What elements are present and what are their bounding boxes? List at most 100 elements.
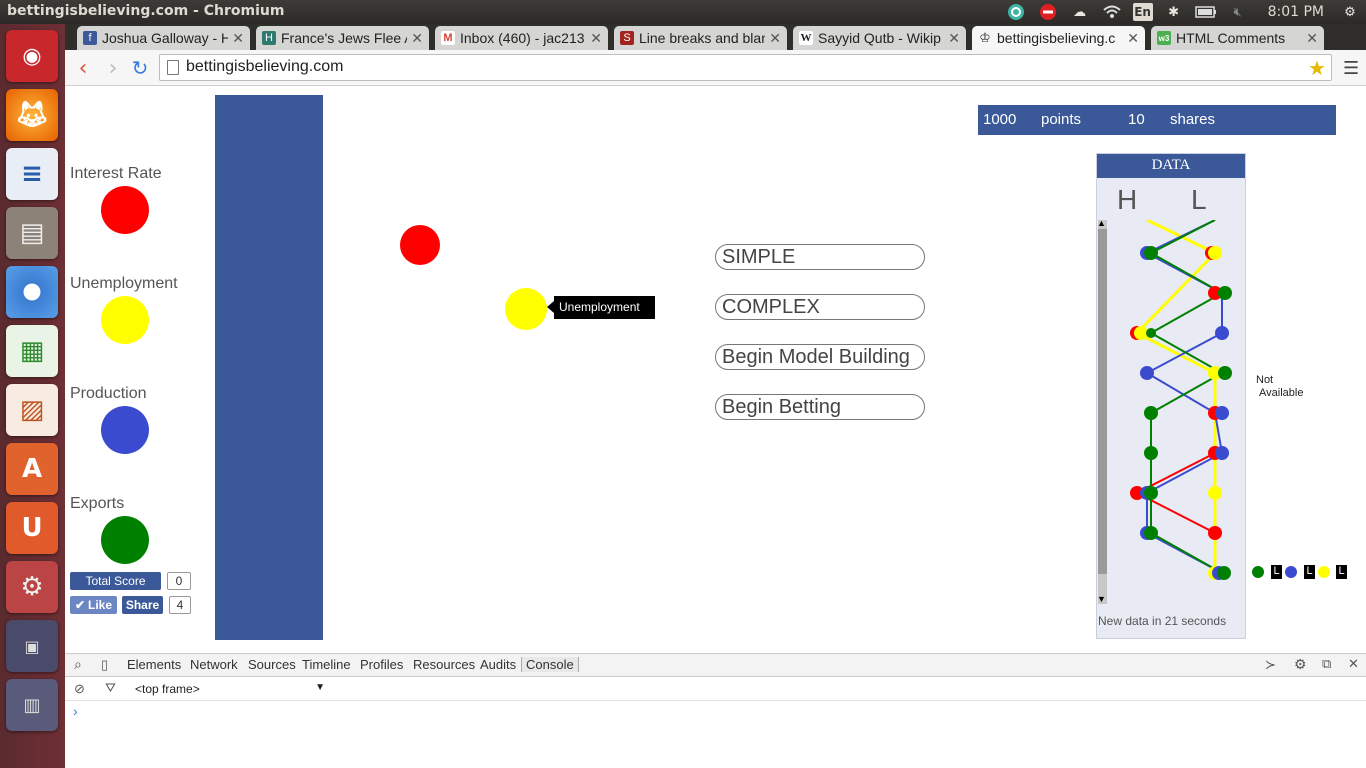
undock-icon[interactable]: ⧉ [1322,656,1331,672]
point [1218,286,1232,300]
writer-icon[interactable]: ≡ [6,148,58,200]
point [1146,328,1156,338]
battery-icon[interactable] [1194,3,1217,21]
close-devtools-icon[interactable]: ✕ [1348,656,1359,672]
tab-bettingisbelieving[interactable]: ♔ bettingisbelieving.c ✕ [972,26,1145,50]
data-points [1130,246,1232,580]
clock[interactable]: 8:01 PM [1268,4,1324,20]
close-icon[interactable]: ✕ [411,30,423,47]
tab-html-comments[interactable]: w3 HTML Comments ✕ [1151,26,1324,50]
browser-tab-strip: f Joshua Galloway - H ✕ H France's Jews … [65,24,1366,50]
tab-elements[interactable]: Elements [127,657,181,672]
crown-icon: ♔ [979,30,991,45]
marker-label-exports: L [1271,565,1282,579]
mute-icon[interactable]: 🔇︎ [1227,3,1249,21]
console-prompt[interactable]: › [73,703,78,719]
tab-console[interactable]: Console [521,657,579,672]
data-scroll-thumb[interactable] [1098,229,1107,574]
not-available-line-2: Available [1259,387,1304,399]
total-score-button[interactable]: Total Score [70,572,161,590]
point [1215,406,1229,420]
tab-sources[interactable]: Sources [248,657,296,672]
marker-dot-unemployment [1318,566,1330,578]
tab-network[interactable]: Network [190,657,238,672]
h-site-icon: H [262,31,276,45]
ubuntu-one-icon[interactable]: U [6,502,58,554]
scroll-up-icon[interactable]: ▲ [1097,218,1106,228]
calc-icon[interactable]: ▦ [6,325,58,377]
data-panel-title: DATA [1097,154,1245,178]
close-icon[interactable]: ✕ [590,30,602,47]
forward-icon[interactable]: › [101,56,125,81]
tab-audits[interactable]: Audits [480,657,516,672]
close-icon[interactable]: ✕ [1127,30,1139,47]
impress-icon[interactable]: ▨ [6,384,58,436]
tab-joshua-galloway[interactable]: f Joshua Galloway - H ✕ [77,26,250,50]
complex-button[interactable]: COMPLEX [715,294,925,320]
back-icon[interactable]: ‹ [71,56,95,81]
filter-icon[interactable]: ⛛ [105,680,116,696]
browser-toolbar: ‹ › ↻ bettingisbelieving.com ★ ☰ [65,50,1366,86]
settings-icon[interactable]: ⚙ [6,561,58,613]
tab-timeline[interactable]: Timeline [302,657,351,672]
latest-markers: L L L [1252,565,1347,581]
unemployment-token[interactable] [505,288,547,330]
close-icon[interactable]: ✕ [1306,30,1318,47]
tab-resources[interactable]: Resources [413,657,475,672]
menu-icon[interactable]: ☰ [1343,58,1359,79]
settings-gear-icon[interactable]: ⚙ [1294,656,1307,673]
interest-rate-line [1134,220,1217,573]
reload-icon[interactable]: ↻ [128,56,152,80]
point [1208,486,1222,500]
bluetooth-icon[interactable]: ✱ [1163,3,1185,21]
like-button[interactable]: ✔ Like [70,596,117,614]
inspect-icon[interactable]: ⌕ [74,656,82,673]
power-gear-icon[interactable]: ⚙ [1339,3,1361,21]
os-top-bar: bettingisbelieving.com - Chromium ☁ En ✱… [0,0,1366,24]
close-icon[interactable]: ✕ [769,30,781,47]
cloud-icon[interactable]: ☁ [1069,3,1091,21]
points-value: 1000 [983,111,1017,128]
point [1217,566,1231,580]
close-icon[interactable]: ✕ [948,30,960,47]
clear-console-icon[interactable]: ⊘ [74,681,85,697]
interest-rate-token[interactable] [400,225,440,265]
trash-icon[interactable]: ▥ [6,679,58,731]
tab-sayyid-qutb[interactable]: W Sayyid Qutb - Wikip ✕ [793,26,966,50]
keyboard-layout-indicator[interactable]: En [1132,3,1153,21]
tab-frances-jews[interactable]: H France's Jews Flee A ✕ [256,26,429,50]
tab-inbox[interactable]: M Inbox (460) - jac213 ✕ [435,26,608,50]
tab-label: Inbox (460) - jac213 [460,30,585,46]
system-tray: ☁ En ✱ 🔇︎ 8:01 PM ⚙ [1000,0,1366,24]
tab-profiles[interactable]: Profiles [360,657,403,672]
begin-betting-button[interactable]: Begin Betting [715,394,925,420]
firefox-icon[interactable]: 🦊︎ [6,89,58,141]
files-icon[interactable]: ▤ [6,207,58,259]
begin-model-building-button[interactable]: Begin Model Building [715,344,925,370]
address-bar[interactable]: bettingisbelieving.com [159,54,1332,81]
bookmark-star-icon[interactable]: ★ [1308,56,1326,80]
sync-icon[interactable] [1005,3,1027,21]
legend-dot-exports [101,516,149,564]
simple-button[interactable]: SIMPLE [715,244,925,270]
wifi-icon[interactable] [1101,3,1123,21]
device-mode-icon[interactable]: ▯ [101,657,108,673]
workspace-switcher-icon[interactable]: ▣ [6,620,58,672]
marker-dot-exports [1252,566,1264,578]
legend-label-interest-rate: Interest Rate [70,165,162,182]
scroll-down-icon[interactable]: ▼ [1097,594,1106,604]
ubuntu-dash-icon[interactable]: ◉ [6,30,58,82]
software-center-icon[interactable]: A [6,443,58,495]
tab-line-breaks[interactable]: S Line breaks and blan ✕ [614,26,787,50]
console-drawer-icon[interactable]: ≻ [1265,657,1276,673]
tab-label: bettingisbelieving.c [997,30,1116,46]
frame-selector[interactable]: <top frame> ▼ [135,682,325,696]
chromium-icon[interactable] [6,266,58,318]
tab-label: Joshua Galloway - H [102,30,229,46]
share-button[interactable]: Share [122,596,163,614]
legend-dot-production [101,406,149,454]
dropdown-arrow-icon: ▼ [315,682,325,693]
no-entry-icon[interactable] [1037,3,1059,21]
close-icon[interactable]: ✕ [232,30,244,47]
point [1144,526,1158,540]
